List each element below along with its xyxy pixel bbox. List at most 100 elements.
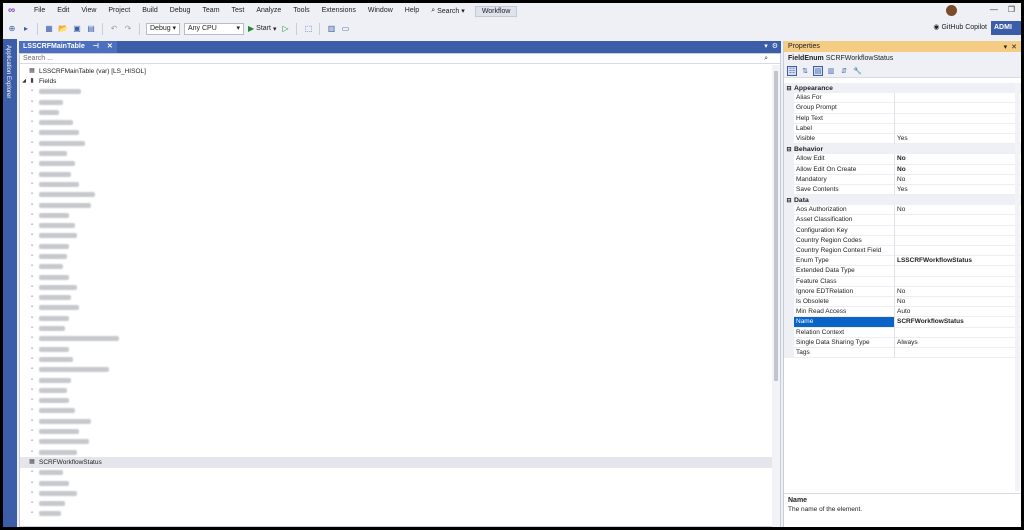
field-node[interactable]: ▪ — [20, 313, 772, 323]
menu-item-project[interactable]: Project — [102, 3, 136, 19]
field-node[interactable]: ▪ — [20, 488, 772, 498]
property-row[interactable]: Feature Class — [784, 276, 1021, 287]
window-icon[interactable]: ▭ — [340, 24, 350, 34]
property-row[interactable]: Country Region Context Field — [784, 246, 1021, 257]
field-node[interactable]: ▪ — [20, 447, 772, 457]
menu-item-window[interactable]: Window — [362, 3, 399, 19]
menu-item-team[interactable]: Team — [196, 3, 225, 19]
chevron-down-icon[interactable]: ▾ — [1004, 43, 1008, 51]
field-node[interactable]: ▪ — [20, 375, 772, 385]
property-value[interactable] — [895, 348, 1021, 359]
field-node[interactable]: ▪ — [20, 169, 772, 179]
start-without-debugging-icon[interactable]: ▷ — [280, 24, 290, 34]
field-node[interactable]: ▪ — [20, 344, 772, 354]
field-node[interactable]: ▪ — [20, 334, 772, 344]
menu-item-test[interactable]: Test — [226, 3, 251, 19]
property-value[interactable]: No — [895, 297, 1021, 308]
menu-item-file[interactable]: File — [28, 3, 51, 19]
field-node[interactable]: ▪ — [20, 437, 772, 447]
property-row[interactable]: Help Text — [784, 113, 1021, 124]
collapse-icon[interactable]: ⊟ — [784, 146, 794, 153]
sort-icon[interactable]: ⇵ — [839, 66, 849, 76]
open-file-icon[interactable]: 📂 — [58, 24, 68, 34]
field-node[interactable]: ▪ — [20, 272, 772, 282]
property-value[interactable] — [895, 266, 1021, 277]
save-all-icon[interactable]: ▤ — [86, 24, 96, 34]
tab-list-icon[interactable]: ▾ — [764, 41, 768, 53]
pin-icon[interactable]: ⊣ — [93, 41, 99, 53]
collapse-icon[interactable]: ⊟ — [784, 85, 794, 92]
field-node[interactable]: ▪ — [20, 138, 772, 148]
property-value[interactable] — [895, 277, 1021, 287]
application-explorer-tab[interactable]: Application Explorer — [5, 45, 11, 98]
category-data[interactable]: ⊟ Data — [784, 195, 1021, 206]
close-icon[interactable]: ✕ — [1011, 43, 1017, 51]
field-node[interactable]: ▪ — [20, 282, 772, 292]
restore-icon[interactable]: ❐ — [1008, 5, 1015, 14]
property-row[interactable]: Allow Edit On Create No — [784, 164, 1021, 175]
browse-icon[interactable]: ⬚ — [303, 24, 313, 34]
scrollbar-thumb[interactable] — [774, 71, 778, 381]
alphabetical-icon[interactable]: ⇅ — [800, 66, 810, 76]
events-icon[interactable]: ▥ — [826, 66, 836, 76]
property-value[interactable]: No — [895, 154, 1021, 165]
property-value[interactable] — [895, 93, 1021, 104]
field-node[interactable]: ▪ — [20, 416, 772, 426]
property-row[interactable]: Asset Classification — [784, 215, 1021, 226]
minimize-icon[interactable]: — — [990, 5, 998, 14]
field-node[interactable]: ▪ — [20, 241, 772, 251]
account-badge[interactable]: ADMI — [991, 21, 1021, 35]
property-value[interactable] — [895, 236, 1021, 246]
undo-icon[interactable]: ↶ — [109, 24, 119, 34]
property-row[interactable]: Alias For — [784, 93, 1021, 104]
property-row[interactable]: Relation Context — [784, 327, 1021, 338]
property-value[interactable]: LSSCRFWorkflowStatus — [895, 256, 1021, 267]
property-row[interactable]: Allow Edit No — [784, 154, 1021, 165]
property-row[interactable]: Label — [784, 123, 1021, 134]
field-node[interactable]: ▪ — [20, 159, 772, 169]
field-node[interactable]: ▪ — [20, 262, 772, 272]
property-row[interactable]: Tags — [784, 347, 1021, 359]
property-row[interactable]: Mandatory No — [784, 174, 1021, 185]
menu-item-analyze[interactable]: Analyze — [250, 3, 287, 19]
field-node[interactable]: ▪ — [20, 210, 772, 220]
navigate-forward-icon[interactable]: ▸ — [21, 24, 31, 34]
field-node[interactable]: ▪ — [20, 396, 772, 406]
property-row[interactable]: Save Contents Yes — [784, 184, 1021, 196]
field-node[interactable]: ▪ — [20, 293, 772, 303]
property-value[interactable] — [895, 226, 1021, 236]
field-node[interactable]: ▪ — [20, 87, 772, 97]
property-row[interactable]: Extended Data Type — [784, 266, 1021, 277]
menu-item-build[interactable]: Build — [136, 3, 164, 19]
menu-item-tools[interactable]: Tools — [287, 3, 315, 19]
property-value[interactable] — [895, 103, 1021, 114]
field-node[interactable]: ▪ — [20, 498, 772, 508]
property-value[interactable]: No — [895, 205, 1021, 216]
menu-item-view[interactable]: View — [75, 3, 102, 19]
property-value[interactable] — [895, 246, 1021, 257]
properties-view-icon[interactable]: ▤ — [813, 66, 823, 76]
categorized-icon[interactable]: ☷ — [787, 66, 797, 76]
field-node[interactable]: ▪ — [20, 303, 772, 313]
property-value[interactable]: Yes — [895, 185, 1021, 196]
field-node[interactable]: ▪ — [20, 148, 772, 158]
vertical-scrollbar[interactable] — [772, 65, 780, 527]
search-icon[interactable]: ⌕ — [764, 54, 768, 64]
property-row[interactable]: Aos Authorization No — [784, 205, 1021, 216]
field-node[interactable]: ▪ — [20, 97, 772, 107]
field-node[interactable]: ▪ — [20, 107, 772, 117]
user-avatar[interactable] — [946, 5, 957, 16]
field-node[interactable]: ▪ — [20, 231, 772, 241]
tree-root-node[interactable]: ▦ LSSCRFMainTable (var) [LS_HISOL] — [20, 66, 772, 76]
github-copilot-button[interactable]: ◉ GitHub Copilot — [933, 23, 987, 31]
property-row[interactable]: Single Data Sharing Type Always — [784, 337, 1021, 348]
close-icon[interactable]: ✕ — [107, 41, 113, 53]
property-value[interactable]: Always — [895, 338, 1021, 348]
property-value[interactable]: SCRFWorkflowStatus — [895, 317, 1021, 328]
property-row[interactable]: Ignore EDTRelation No — [784, 286, 1021, 297]
property-value[interactable] — [895, 124, 1021, 134]
field-node[interactable]: ▪ — [20, 426, 772, 436]
workflow-solution-tag[interactable]: Workflow — [474, 5, 518, 17]
field-node[interactable]: ▪ — [20, 220, 772, 230]
menu-item-extensions[interactable]: Extensions — [316, 3, 362, 19]
